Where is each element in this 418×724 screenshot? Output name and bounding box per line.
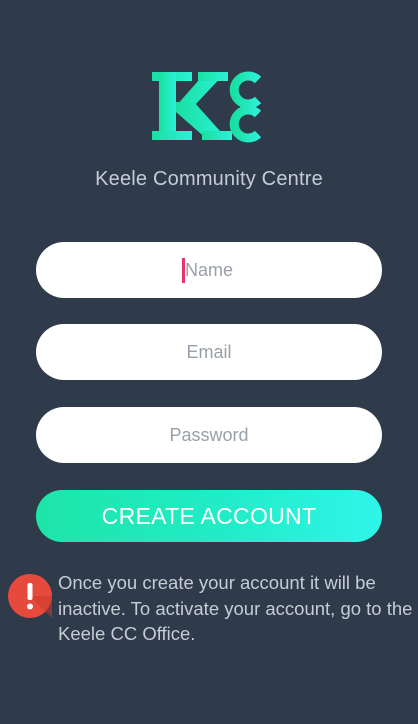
name-input[interactable]: [36, 242, 382, 298]
signup-screen: Keele Community Centre CREATE ACCOUNT On…: [0, 0, 418, 724]
alert-icon: [8, 574, 52, 618]
app-subtitle: Keele Community Centre: [95, 168, 323, 190]
email-input[interactable]: [36, 324, 382, 380]
create-account-button[interactable]: CREATE ACCOUNT: [36, 490, 382, 542]
password-input[interactable]: [36, 407, 382, 463]
account-notice-text: Once you create your account it will be …: [58, 572, 413, 644]
text-cursor: [182, 258, 185, 283]
kcc-logo: [152, 68, 262, 148]
